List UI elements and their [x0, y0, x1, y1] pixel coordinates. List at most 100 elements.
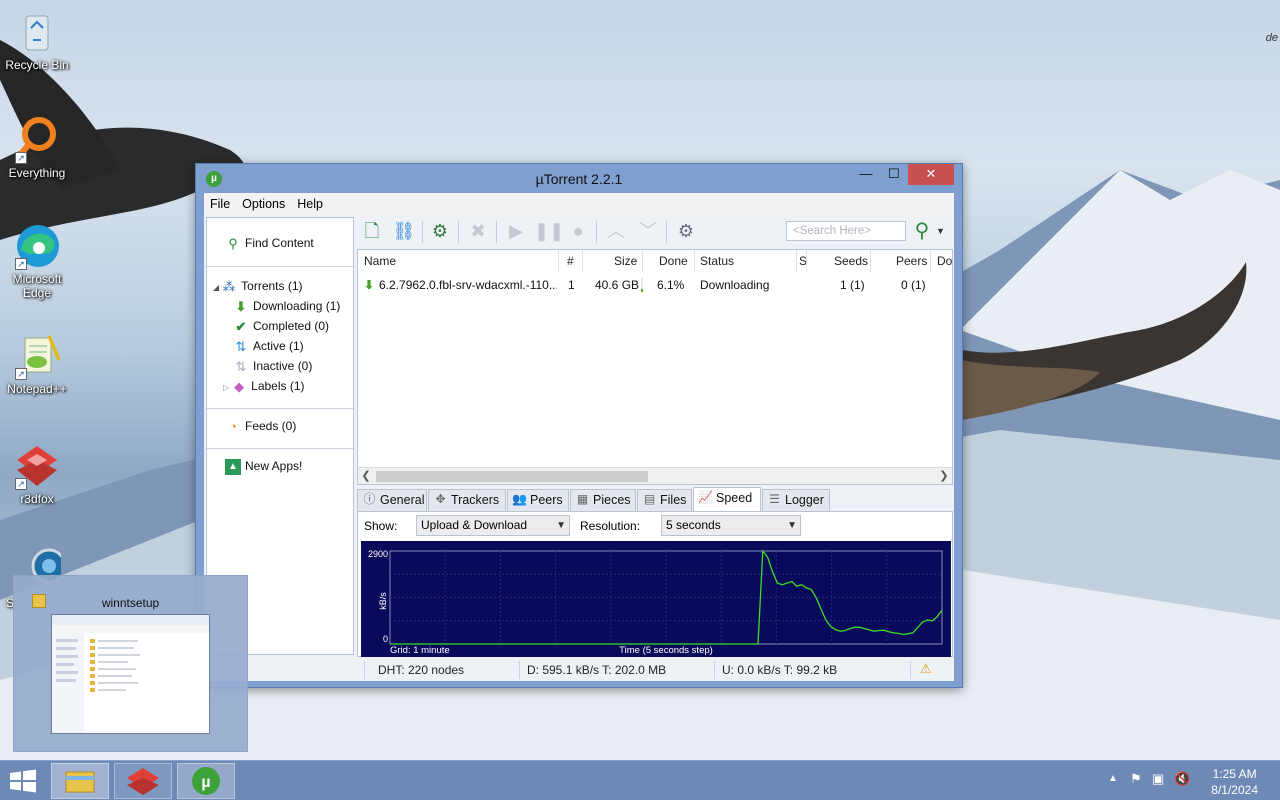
tab-peers[interactable]: 👥 Peers [507, 489, 569, 511]
scrollbar-thumb[interactable] [376, 471, 648, 482]
divider [496, 221, 497, 243]
taskbar-preview[interactable]: winntsetup [13, 575, 248, 752]
sidebar-item-completed[interactable]: ✔ Completed (0) [233, 319, 329, 339]
column-header-done[interactable]: Done [659, 250, 688, 272]
sidebar-item-new-apps[interactable]: ▲ New Apps! [225, 459, 302, 479]
sidebar-item-labels[interactable]: ▷ ◆ Labels (1) [223, 379, 305, 399]
column-header-status[interactable]: Status [700, 250, 734, 272]
divider [796, 250, 797, 272]
toolbar: 🗋 ⛓ ⚙ ✖ ▶ ❚❚ ● ︿ ﹀ ⚙ <Search Here> ⚲ ▼ [356, 215, 954, 247]
dht-status: DHT: 220 nodes [378, 663, 465, 677]
sidebar-item-torrents[interactable]: ◢ ⁂ Torrents (1) [213, 279, 303, 299]
network-icon[interactable]: ▣ [1152, 771, 1164, 787]
upload-status[interactable]: U: 0.0 kB/s T: 99.2 kB [722, 663, 837, 677]
column-header-size[interactable]: Size [614, 250, 637, 272]
sidebar-item-active[interactable]: ⇅ Active (1) [233, 339, 304, 359]
desktop-icon-everything[interactable]: ↗ Everything [1, 116, 73, 180]
taskbar-r3dfox-button[interactable] [114, 763, 172, 799]
column-header-name[interactable]: Name [364, 250, 396, 272]
stop-icon[interactable]: ● [566, 219, 590, 243]
sidebar-item-label: Torrents (1) [241, 279, 303, 294]
clock[interactable]: 1:25 AM 8/1/2024 [1211, 766, 1258, 798]
menu-options[interactable]: Options [236, 193, 291, 211]
resolution-select[interactable]: 5 seconds ▼ [661, 515, 801, 536]
close-button[interactable]: ✕ [908, 164, 954, 185]
start-button[interactable] [8, 769, 40, 793]
move-down-icon[interactable]: ﹀ [636, 219, 660, 243]
detail-tabs: ⓘ General ✥ Trackers 👥 Peers ▦ Pieces ▤ Files… [357, 487, 953, 511]
tab-label: Files [660, 493, 687, 507]
horizontal-scrollbar[interactable]: ❮ ❯ [358, 467, 952, 484]
maximize-button[interactable]: ☐ [880, 164, 908, 185]
taskbar-utorrent-button[interactable]: µ [177, 763, 235, 799]
pause-icon[interactable]: ❚❚ [534, 219, 564, 243]
tab-pieces[interactable]: ▦ Pieces [570, 489, 636, 511]
divider [207, 408, 353, 409]
sidebar-item-feeds[interactable]: ◔ Feeds (0) [225, 419, 296, 439]
tab-label: General [380, 493, 425, 507]
add-torrent-url-icon[interactable]: ⛓ [392, 219, 416, 243]
inactive-sync-icon: ⇅ [235, 359, 247, 374]
volume-muted-icon[interactable]: 🔇 [1174, 771, 1190, 787]
warning-icon[interactable]: ⚠ [920, 661, 932, 677]
create-torrent-icon[interactable]: ⚙ [428, 219, 452, 243]
menu-help[interactable]: Help [291, 193, 329, 211]
divider [806, 250, 807, 272]
menu-file[interactable]: File [204, 193, 236, 211]
minimize-button[interactable]: — [852, 164, 880, 185]
show-select[interactable]: Upload & Download ▼ [416, 515, 570, 536]
speed-graph: 2900 0 kB/s Grid: 1 minute Time (5 secon… [361, 541, 951, 657]
taskbar-explorer-button[interactable] [51, 763, 109, 799]
system-tray: ▲ ⚑ ▣ 🔇 1:25 AM 8/1/2024 [1090, 761, 1280, 800]
speed-panel: Show: Upload & Download ▼ Resolution: 5 s… [357, 511, 953, 657]
sidebar-item-find-content[interactable]: ⚲ Find Content [225, 236, 313, 256]
action-center-flag-icon[interactable]: ⚑ [1130, 771, 1142, 787]
tab-logger[interactable]: ☰ Logger [762, 489, 830, 511]
download-arrow-icon: ⬇ [364, 278, 375, 292]
scroll-left-icon[interactable]: ❮ [358, 468, 374, 484]
tab-speed[interactable]: 📈 Speed [693, 487, 761, 511]
download-arrow-icon: ⬇ [235, 299, 247, 314]
sidebar-item-inactive[interactable]: ⇅ Inactive (0) [233, 359, 313, 379]
desktop-icon-r3dfox[interactable]: ↗ r3dfox [1, 442, 73, 506]
tab-label: Logger [785, 493, 824, 507]
utorrent-window[interactable]: µ µTorrent 2.2.1 — ☐ ✕ File Options Help ⚲… [195, 163, 963, 688]
sidebar-item-downloading[interactable]: ⬇ Downloading (1) [233, 299, 341, 319]
desktop-icon-microsoft-edge[interactable]: ↗ Microsoft Edge [1, 222, 73, 300]
show-hidden-icons-icon[interactable]: ▲ [1108, 773, 1118, 784]
desktop-icon-notepadpp[interactable]: ↗ Notepad++ [1, 332, 73, 396]
column-header-download[interactable]: Do [937, 250, 952, 272]
divider [458, 221, 459, 243]
add-torrent-icon[interactable]: 🗋 [360, 219, 384, 243]
download-status[interactable]: D: 595.1 kB/s T: 202.0 MB [527, 663, 666, 677]
divider [596, 221, 597, 243]
torrent-name: 6.2.7962.0.fbl-srv-wdacxml.-110... [379, 278, 557, 292]
search-input[interactable]: <Search Here> [786, 221, 906, 241]
r3dfox-icon [127, 768, 159, 795]
rss-feed-icon: ◔ [229, 419, 237, 434]
tab-general[interactable]: ⓘ General [357, 489, 427, 511]
tab-label: Speed [716, 491, 753, 505]
status-bar: DHT: 220 nodes D: 595.1 kB/s T: 202.0 MB… [204, 659, 954, 681]
search-icon: ⚲ [228, 236, 238, 251]
divider [207, 448, 353, 449]
divider [422, 221, 423, 243]
move-up-icon[interactable]: ︿ [604, 219, 628, 243]
chevron-down-icon: ▼ [787, 520, 797, 531]
desktop-icon-recycle-bin[interactable]: Recycle Bin [1, 8, 73, 72]
tab-files[interactable]: ▤ Files [637, 489, 692, 511]
sidebar-item-label: Feeds (0) [245, 419, 297, 434]
remove-icon[interactable]: ✖ [466, 219, 490, 243]
column-header-seeds[interactable]: Seeds [834, 250, 868, 272]
title-bar[interactable]: µ µTorrent 2.2.1 — ☐ ✕ [196, 164, 962, 193]
search-icon[interactable]: ⚲ [910, 219, 934, 243]
search-dropdown-icon[interactable]: ▼ [936, 226, 945, 236]
preferences-gear-icon[interactable]: ⚙ [674, 219, 698, 243]
tab-trackers[interactable]: ✥ Trackers [428, 489, 506, 511]
start-icon[interactable]: ▶ [504, 219, 528, 243]
column-header-number[interactable]: # [567, 250, 574, 272]
clock-date: 8/1/2024 [1211, 783, 1258, 797]
column-header-peers[interactable]: Peers [896, 250, 927, 272]
scroll-right-icon[interactable]: ❯ [936, 468, 952, 484]
shortcut-arrow-icon: ↗ [15, 258, 27, 270]
